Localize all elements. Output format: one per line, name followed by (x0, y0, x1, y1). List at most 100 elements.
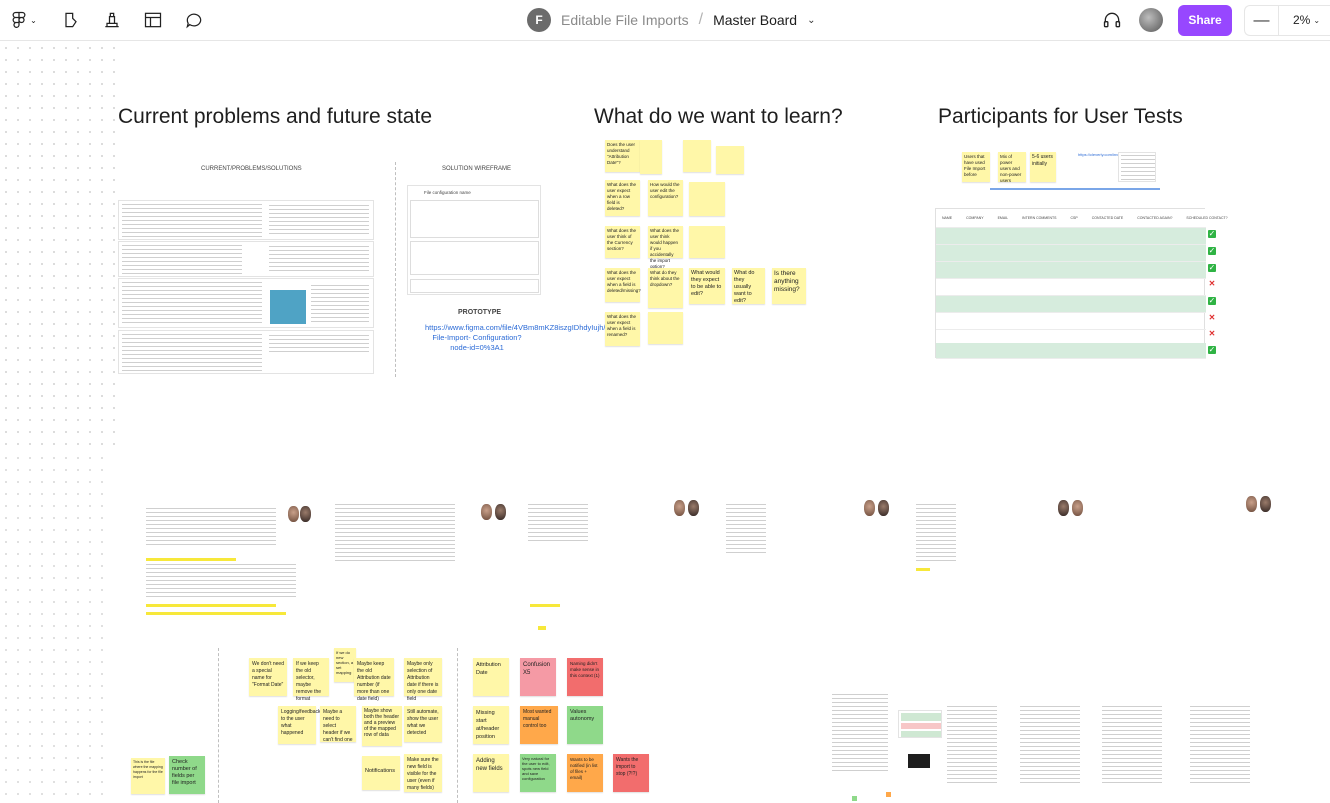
sticky-note[interactable]: Naming didn't make sense in this context… (567, 658, 603, 696)
participant-avatar (300, 506, 311, 522)
table-row[interactable] (936, 343, 1206, 359)
sticky-note[interactable] (716, 146, 744, 174)
sticky-note[interactable] (640, 140, 662, 174)
wireframe-image (270, 290, 306, 324)
sticky-note[interactable]: How would the user edit the configuratio… (648, 180, 683, 216)
sticky-note[interactable]: Check number of fields per file import (169, 756, 205, 794)
sticky-note[interactable]: What does the user think of the Currency… (605, 226, 640, 258)
prototype-link[interactable]: https://www.figma.com/file/4VBm8mKZ8iszg… (425, 323, 623, 353)
sticky-note[interactable]: We don't need a special name for "Format… (249, 658, 287, 696)
sticky-note[interactable]: What does the user expect when a field i… (605, 268, 641, 302)
sticky-note[interactable]: What do they think about the dropdown? (648, 268, 683, 308)
sticky-note[interactable]: This is the file where the mapping happe… (131, 758, 165, 794)
problem-doc-card[interactable] (118, 330, 374, 374)
interview-notes-5[interactable] (912, 492, 1122, 597)
interview-notes-6[interactable] (1180, 492, 1280, 592)
table-row[interactable] (936, 279, 1206, 296)
research-notes-frame[interactable] (1018, 702, 1088, 792)
sticky-note[interactable]: Maybe show both the header and a preview… (362, 706, 402, 746)
zoom-out-button[interactable]: — (1245, 4, 1279, 36)
research-notes-frame[interactable] (1100, 702, 1170, 792)
tool-comment-button[interactable] (175, 4, 213, 36)
sticky-note[interactable]: Attribution Date (473, 658, 509, 696)
recruiting-link[interactable]: https://cleverly.com/invited/... (1078, 152, 1129, 157)
sticky-note[interactable]: What does the user think would happen if… (648, 226, 683, 269)
sticky-note[interactable]: Very natural for the user to edit, spots… (520, 754, 556, 792)
sticky-note[interactable] (886, 792, 891, 797)
research-notes-frame[interactable] (945, 702, 1005, 792)
sticky-note[interactable]: What would they expect to be able to edi… (689, 268, 725, 304)
problem-doc-card[interactable] (118, 241, 374, 277)
table-row[interactable] (936, 262, 1206, 279)
sticky-note[interactable]: Make sure the new field is visible for t… (404, 754, 442, 792)
problem-doc-card[interactable] (118, 278, 374, 328)
tool-sticky-button[interactable] (93, 4, 131, 36)
project-avatar[interactable]: F (527, 8, 551, 32)
avatar[interactable] (1139, 8, 1163, 32)
chevron-down-icon[interactable]: ⌄ (1310, 16, 1320, 25)
interview-notes-2[interactable] (335, 492, 515, 577)
research-notes-frame[interactable] (832, 690, 892, 780)
participant-avatar (688, 500, 699, 516)
current-problems-label: CURRENT/PROBLEMS/SOLUTIONS (201, 166, 302, 172)
sticky-note[interactable]: Logging/feedback to the user what happen… (278, 706, 320, 744)
sticky-note[interactable]: Maybe a need to select header if we can'… (320, 706, 356, 743)
stamp-tool-icon (105, 12, 119, 28)
sticky-note[interactable]: If we keep the old selector, maybe remov… (293, 658, 329, 702)
sticky-note[interactable]: Wants the import to stop (?!?) (613, 754, 649, 792)
sticky-note[interactable] (689, 226, 725, 258)
sticky-note[interactable]: Users that have used File Import before (962, 152, 990, 182)
sticky-note[interactable] (689, 182, 725, 216)
table-header: INTERN COMMENTS (1022, 216, 1057, 220)
table-row[interactable] (936, 228, 1206, 245)
spreadsheet-thumbnail[interactable] (1118, 152, 1156, 182)
tool-pointer-button[interactable] (52, 4, 90, 36)
breadcrumb-separator: / (698, 11, 704, 28)
interview-notes-4[interactable] (722, 492, 902, 592)
sticky-note[interactable]: Adding new fields (473, 754, 509, 792)
tool-section-button[interactable] (134, 4, 172, 36)
sticky-note[interactable]: Is there anything missing? (772, 268, 806, 304)
research-notes-frame[interactable] (1188, 702, 1258, 792)
wireframe-frame[interactable]: File configuration name (407, 185, 541, 295)
audio-chat-button[interactable] (1099, 7, 1125, 33)
sticky-note[interactable]: 5-6 users initially (1030, 152, 1056, 182)
interview-notes-1[interactable] (140, 492, 320, 622)
zoom-level[interactable]: 2% (1279, 13, 1310, 27)
breadcrumb-file-name[interactable]: Master Board (713, 12, 797, 28)
problem-doc-card[interactable] (118, 200, 374, 240)
whiteboard-canvas[interactable]: Current problems and future state What d… (0, 42, 1330, 803)
sticky-note[interactable] (648, 312, 683, 344)
sticky-note[interactable]: Mix of power users and non-power users (998, 152, 1026, 183)
sticky-note[interactable]: Maybe only selection of Attribution date… (404, 658, 442, 702)
sticky-note[interactable]: Values autonomy (567, 706, 603, 744)
sticky-note[interactable]: What do they usually want to edit? (732, 268, 765, 304)
participant-avatar (1260, 496, 1271, 512)
chevron-down-icon[interactable]: ⌄ (807, 15, 815, 26)
sticky-note[interactable]: Wants to be notified (in list of files +… (567, 754, 603, 792)
sticky-note[interactable]: Most wanted manual control too (520, 706, 558, 744)
table-header: CONTACTED AGAIN? (1137, 216, 1173, 220)
prototype-label: PROTOTYPE (458, 309, 502, 316)
sticky-note[interactable]: Still automate, show the user what we de… (404, 706, 442, 742)
sticky-note[interactable]: If we do new section, a set mapping (334, 648, 356, 682)
sticky-note[interactable]: Confusion X5 (520, 658, 556, 696)
sticky-note[interactable]: Does the user understand "Attribution Da… (605, 140, 640, 172)
sticky-note[interactable] (683, 140, 711, 172)
main-menu-button[interactable]: ⌄ (6, 4, 40, 36)
share-button[interactable]: Share (1178, 4, 1232, 36)
sticky-note[interactable] (852, 796, 857, 801)
interview-notes-3[interactable] (528, 492, 708, 632)
sticky-note[interactable]: Maybe keep the old Attribution date numb… (354, 658, 394, 702)
sticky-note[interactable]: Notifications (362, 756, 400, 790)
sticky-note[interactable]: What does the user expect when a field i… (605, 312, 640, 346)
table-row[interactable] (936, 313, 1206, 330)
spreadsheet-thumbnail[interactable] (898, 710, 942, 738)
table-header: CONTACTED DATE (1091, 216, 1124, 220)
sticky-note[interactable]: What does the user expect when a row fie… (605, 180, 640, 216)
table-row[interactable] (936, 296, 1206, 313)
table-row[interactable] (936, 245, 1206, 262)
table-header: COMPANY (966, 216, 984, 220)
breadcrumb-project[interactable]: Editable File Imports (561, 12, 689, 28)
sticky-note[interactable]: Missing start at/header position (473, 706, 509, 744)
